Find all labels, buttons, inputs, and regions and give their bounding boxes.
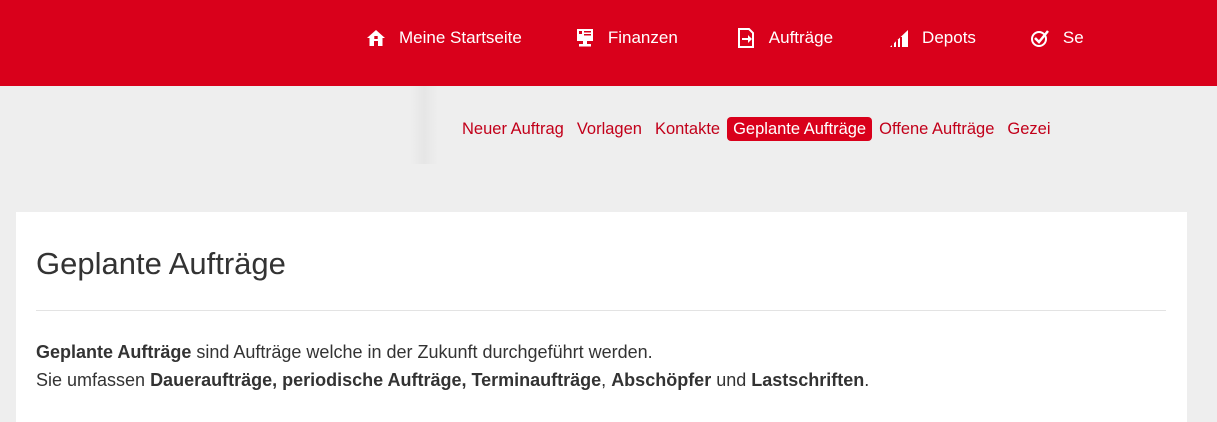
nav-label: Finanzen	[607, 28, 678, 47]
divider	[36, 310, 1166, 311]
page-title: Geplante Aufträge	[36, 246, 286, 281]
description-text: und	[711, 370, 752, 390]
subnav-geplante-auftraege[interactable]: Geplante Aufträge	[727, 117, 873, 141]
description-text: Sie umfassen	[36, 370, 151, 390]
nav-item-finanzen[interactable]: Finanzen	[575, 28, 678, 48]
monitor-icon	[575, 28, 595, 48]
description: Geplante Aufträge sind Aufträge welche i…	[36, 338, 1166, 394]
nav-label: Aufträge	[768, 28, 834, 47]
description-bold-term: Geplante Aufträge	[36, 342, 192, 362]
subnav-vorlagen[interactable]: Vorlagen	[571, 117, 648, 141]
description-text: ,	[601, 370, 612, 390]
description-bold-term: Lastschriften	[751, 370, 865, 390]
home-icon	[366, 28, 386, 48]
subnav-neuer-auftrag[interactable]: Neuer Auftrag	[456, 117, 570, 141]
nav-item-auftraege[interactable]: Aufträge	[736, 28, 833, 48]
description-text: .	[864, 370, 870, 390]
description-bold-term: Daueraufträge, periodische Aufträge, Ter…	[150, 370, 602, 390]
document-arrow-icon	[736, 28, 756, 48]
main-menu: Meine Startseite Finanzen Aufträge Depot…	[366, 28, 1084, 48]
description-bold-term: Abschöpfer	[611, 370, 712, 390]
description-line-2: Sie umfassen Daueraufträge, periodische …	[36, 366, 1166, 394]
sub-menu: Neuer Auftrag Vorlagen Kontakte Geplante…	[456, 117, 1058, 141]
nav-label: Depots	[922, 28, 976, 47]
bar-chart-icon	[889, 28, 909, 48]
top-navigation-bar: Meine Startseite Finanzen Aufträge Depot…	[0, 0, 1217, 86]
check-circle-icon	[1030, 28, 1050, 48]
subbar-shadow	[410, 86, 438, 164]
nav-item-se[interactable]: Se	[1030, 28, 1084, 48]
nav-label: Se	[1062, 28, 1084, 47]
subnav-offene-auftraege[interactable]: Offene Aufträge	[873, 117, 1000, 141]
nav-item-depots[interactable]: Depots	[889, 28, 976, 48]
description-line-1: Geplante Aufträge sind Aufträge welche i…	[36, 338, 1166, 366]
nav-label: Meine Startseite	[399, 28, 522, 47]
description-text: sind Aufträge welche in der Zukunft durc…	[191, 342, 653, 362]
subnav-kontakte[interactable]: Kontakte	[649, 117, 726, 141]
nav-item-meine-startseite[interactable]: Meine Startseite	[366, 28, 522, 48]
subnav-gezeichnete[interactable]: Gezei	[1001, 117, 1056, 141]
